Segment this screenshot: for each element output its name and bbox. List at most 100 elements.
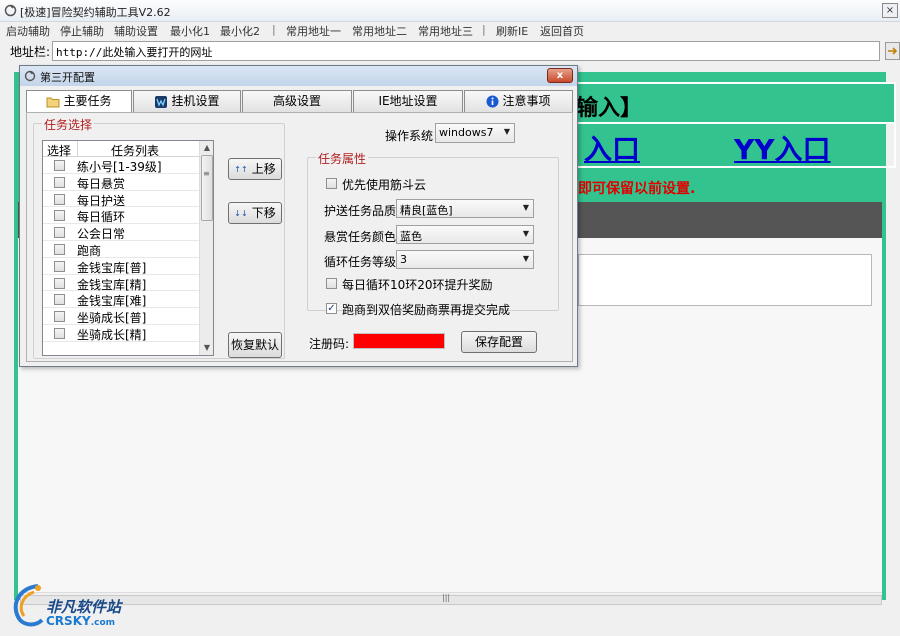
menu-assist-settings[interactable]: 辅助设置	[114, 23, 158, 39]
list-item[interactable]: 练小号[1-39级]	[43, 157, 199, 174]
task-select-group-title: 任务选择	[42, 116, 95, 133]
task-checkbox[interactable]	[54, 327, 65, 339]
crsky-logo-icon	[13, 584, 44, 627]
list-item[interactable]: 每日悬赏	[43, 174, 199, 191]
menu-start-assist[interactable]: 启动辅助	[6, 23, 50, 39]
web-textbox[interactable]	[578, 254, 872, 306]
list-item[interactable]: 坐骑成长[普]	[43, 308, 199, 325]
chevron-down-icon: ▼	[503, 127, 510, 136]
menu-address-1[interactable]: 常用地址一	[286, 23, 341, 39]
loop-reward-checkbox[interactable]	[326, 278, 337, 289]
move-down-button[interactable]: ↓↓ 下移	[228, 202, 282, 224]
double-reward-checkbox[interactable]: ✓	[326, 303, 337, 314]
os-label: 操作系统	[385, 129, 434, 143]
app-icon	[4, 4, 17, 17]
window-close-button[interactable]: ×	[882, 3, 898, 18]
task-checkbox[interactable]	[54, 243, 65, 255]
task-list-scrollbar[interactable]: ▲ ≡ ▼	[199, 141, 213, 355]
bounty-color-select[interactable]: 蓝色 ▼	[396, 225, 534, 244]
task-list[interactable]: 选择 任务列表 练小号[1-39级] 每日悬赏 每日护送 每日循环 公会日常 跑…	[42, 140, 214, 356]
task-props-group-title: 任务属性	[316, 150, 369, 167]
reg-code-field[interactable]	[353, 333, 445, 349]
folder-icon	[46, 97, 60, 107]
task-checkbox[interactable]	[54, 193, 65, 205]
loop-level-value: 3	[400, 253, 407, 266]
tab-main-tasks[interactable]: 主要任务	[26, 90, 132, 113]
task-select-group: 任务选择 选择 任务列表 练小号[1-39级] 每日悬赏 每日护送 每日循环 公…	[33, 116, 285, 359]
list-item[interactable]: 金钱宝库[普]	[43, 258, 199, 275]
watermark-domain-main: CRSKY	[46, 614, 91, 628]
tab-label: 高级设置	[272, 94, 321, 108]
move-up-button[interactable]: ↑↑ 上移	[228, 158, 282, 180]
task-name: 公会日常	[77, 227, 126, 242]
reg-code-label: 注册码:	[309, 337, 350, 351]
menu-address-2[interactable]: 常用地址二	[352, 23, 407, 39]
web-links-box: 入口 YY入口	[574, 124, 896, 168]
list-item[interactable]: 每日护送	[43, 191, 199, 208]
reset-default-button[interactable]: 恢复默认	[228, 332, 282, 358]
bounty-color-label: 悬赏任务颜色	[324, 230, 397, 244]
task-checkbox[interactable]	[54, 294, 65, 306]
loop-level-label: 循环任务等级	[324, 255, 397, 269]
task-checkbox[interactable]	[54, 227, 65, 239]
tab-idle-settings[interactable]: 挂机设置	[133, 90, 241, 112]
scroll-thumb[interactable]	[20, 595, 882, 605]
move-down-label: 下移	[251, 206, 276, 220]
go-arrow-icon	[888, 47, 898, 55]
dialog-close-button[interactable]: x	[547, 68, 573, 83]
watermark-domain: CRSKY.com	[46, 614, 115, 628]
menubar: 启动辅助 停止辅助 辅助设置 最小化1 最小化2 | 常用地址一 常用地址二 常…	[0, 22, 900, 40]
use-cloud-checkbox[interactable]	[326, 178, 337, 189]
dialog-app-icon	[24, 70, 36, 82]
menu-minimize-2[interactable]: 最小化2	[220, 23, 260, 39]
tab-ie-address[interactable]: IE地址设置	[353, 90, 463, 112]
menu-minimize-1[interactable]: 最小化1	[170, 23, 210, 39]
tab-panel-main-tasks: 任务选择 选择 任务列表 练小号[1-39级] 每日悬赏 每日护送 每日循环 公…	[26, 112, 573, 362]
escort-quality-select[interactable]: 精良[蓝色] ▼	[396, 199, 534, 218]
info-icon	[486, 95, 499, 108]
task-name: 金钱宝库[精]	[77, 277, 147, 292]
task-checkbox[interactable]	[54, 277, 65, 289]
scroll-up-icon[interactable]: ▲	[200, 141, 213, 155]
tab-advanced-settings[interactable]: 高级设置	[242, 90, 352, 112]
scroll-down-icon[interactable]: ▼	[200, 341, 213, 355]
tab-notes[interactable]: 注意事项	[464, 90, 573, 112]
task-checkbox[interactable]	[54, 311, 65, 323]
horizontal-scrollbar[interactable]: |||	[20, 592, 882, 606]
menu-home[interactable]: 返回首页	[540, 23, 584, 39]
list-item[interactable]: 每日循环	[43, 207, 199, 224]
save-config-button[interactable]: 保存配置	[461, 331, 537, 353]
task-checkbox[interactable]	[54, 176, 65, 188]
os-select[interactable]: windows7 ▼	[435, 123, 515, 143]
task-checkbox[interactable]	[54, 160, 65, 171]
go-button[interactable]	[885, 42, 900, 60]
menu-stop-assist[interactable]: 停止辅助	[60, 23, 104, 39]
task-name: 金钱宝库[普]	[77, 260, 147, 275]
address-bar: 地址栏: http://此处输入要打开的网址	[0, 40, 900, 62]
web-entry-link[interactable]: 入口	[584, 128, 640, 168]
task-checkbox[interactable]	[54, 260, 65, 272]
tab-label: 挂机设置	[171, 94, 220, 108]
task-list-rows: 练小号[1-39级] 每日悬赏 每日护送 每日循环 公会日常 跑商 金钱宝库[普…	[43, 157, 199, 342]
task-props-group: 任务属性 优先使用筋斗云 护送任务品质 精良[蓝色] ▼ 悬赏任务颜色 蓝色 ▼…	[307, 150, 559, 317]
loop-level-select[interactable]: 3 ▼	[396, 250, 534, 269]
list-item[interactable]: 坐骑成长[精]	[43, 325, 199, 342]
tab-label: 注意事项	[502, 94, 551, 108]
watermark-domain-suffix: .com	[90, 618, 116, 628]
list-item[interactable]: 金钱宝库[精]	[43, 275, 199, 292]
task-name: 练小号[1-39级]	[77, 160, 162, 174]
dialog-titlebar[interactable]: 第三开配置 x	[20, 66, 577, 86]
list-item[interactable]: 跑商	[43, 241, 199, 258]
list-item[interactable]: 金钱宝库[难]	[43, 291, 199, 308]
menu-refresh-ie[interactable]: 刷新IE	[496, 23, 528, 39]
web-yy-entry-link[interactable]: YY入口	[734, 128, 831, 168]
menu-separator: |	[272, 23, 276, 36]
bounty-color-value: 蓝色	[400, 230, 422, 243]
task-list-header: 选择 任务列表	[43, 141, 199, 158]
menu-address-3[interactable]: 常用地址三	[418, 23, 473, 39]
task-checkbox[interactable]	[54, 210, 65, 222]
list-item[interactable]: 公会日常	[43, 224, 199, 241]
task-name: 每日护送	[77, 193, 126, 208]
address-input[interactable]: http://此处输入要打开的网址	[52, 41, 880, 61]
scroll-thumb[interactable]	[201, 155, 213, 221]
